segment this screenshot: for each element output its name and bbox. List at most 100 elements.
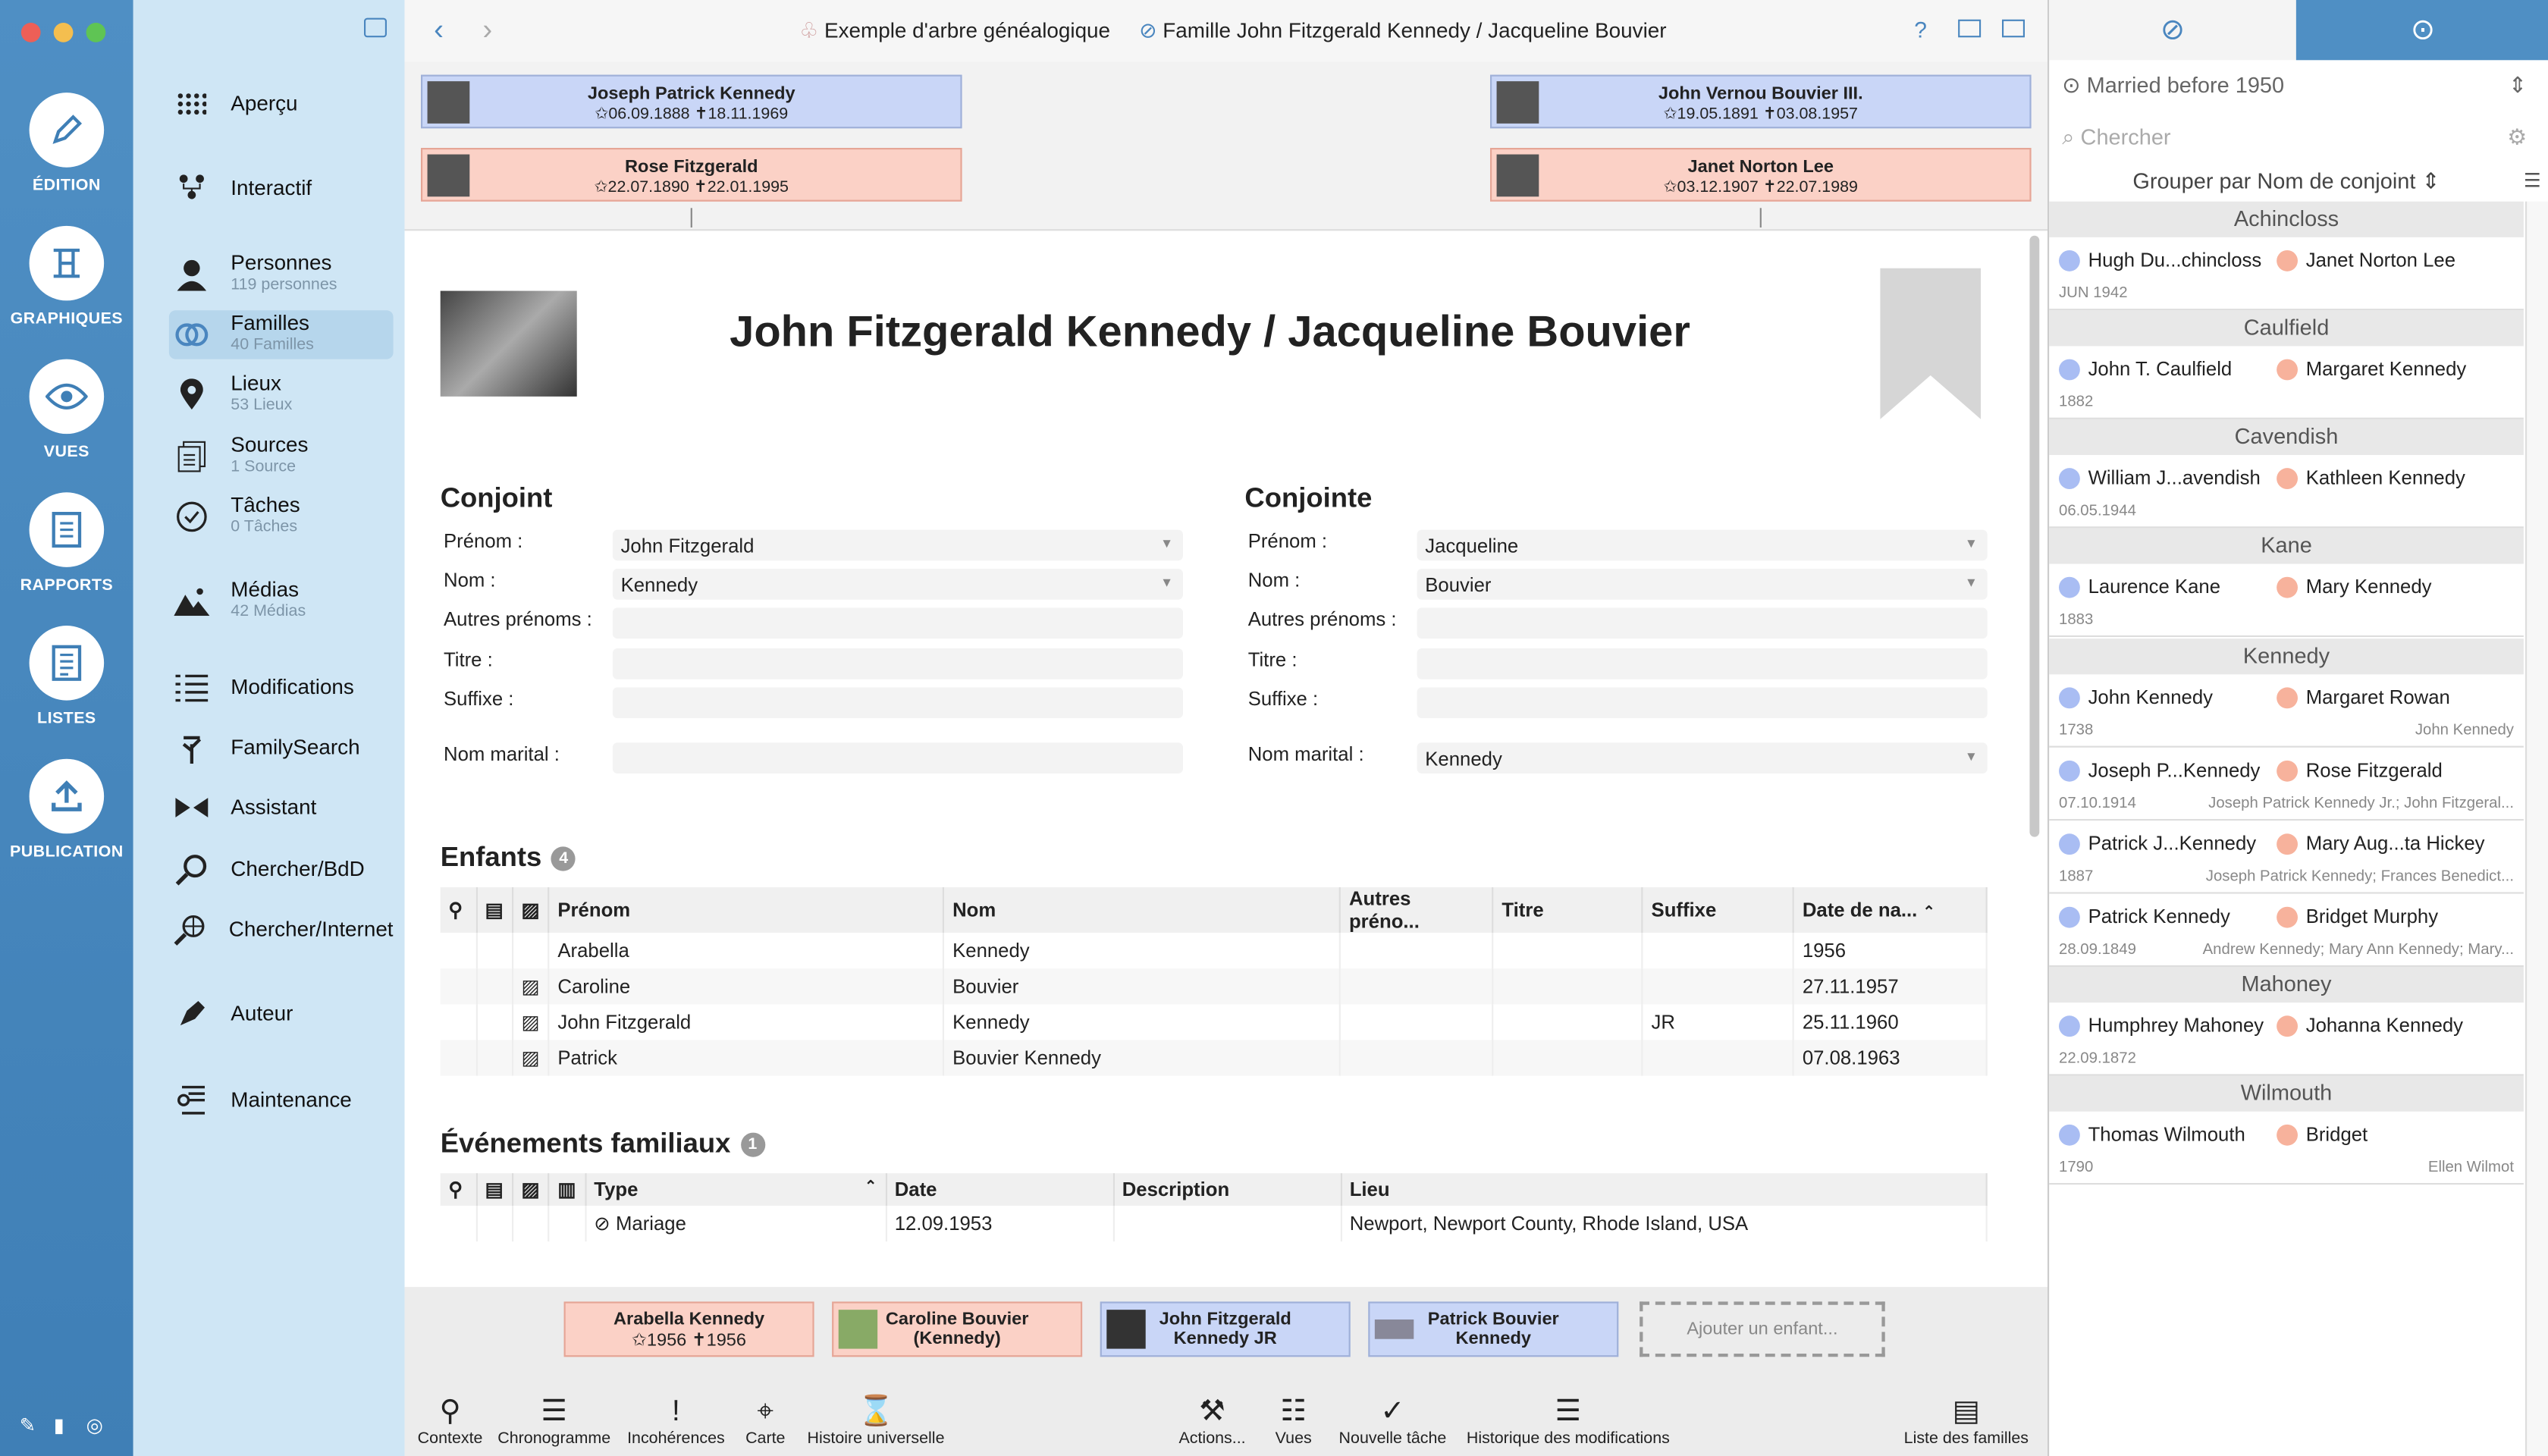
column-header[interactable]: Date bbox=[885, 1173, 1114, 1206]
tab-filter[interactable]: ⊙ bbox=[2295, 0, 2548, 61]
tag-icon[interactable]: ✎ bbox=[20, 1414, 36, 1436]
wife-suffix-field[interactable] bbox=[1417, 687, 1988, 719]
rail-lists-button[interactable]: LISTES bbox=[0, 626, 133, 728]
dropdown-arrow-icon[interactable]: ▼ bbox=[1965, 576, 1978, 590]
child-box-patrick[interactable]: Patrick Bouvier Kennedy bbox=[1368, 1301, 1619, 1357]
column-header[interactable]: Prénom bbox=[548, 887, 945, 933]
dropdown-arrow-icon[interactable]: ▼ bbox=[1160, 536, 1173, 551]
filter-select[interactable]: ⊙ Married before 1950 ⇕ bbox=[2062, 73, 2533, 105]
right-panel-toggle-icon[interactable] bbox=[2002, 19, 2025, 38]
sidebar-item-search-db[interactable]: Chercher/BdD bbox=[169, 845, 394, 893]
family-photo[interactable] bbox=[440, 290, 577, 397]
table-row[interactable]: ▨ Caroline Bouvier 27.11.1957 bbox=[440, 968, 1988, 1005]
sidebar-item-media[interactable]: Médias 42 Médias bbox=[169, 577, 394, 626]
husband-other-names-field[interactable] bbox=[612, 607, 1183, 639]
attachment-column-icon[interactable]: ⚲ bbox=[440, 887, 477, 933]
sidebar-item-maintenance[interactable]: Maintenance bbox=[169, 1076, 394, 1125]
wife-other-names-field[interactable] bbox=[1417, 607, 1988, 639]
sidebar-item-tasks[interactable]: Tâches 0 Tâches bbox=[169, 492, 394, 541]
rail-charts-button[interactable]: GRAPHIQUES bbox=[0, 225, 133, 328]
sidebar-item-persons[interactable]: Personnes 119 personnes bbox=[169, 250, 394, 299]
wife-father-box[interactable]: John Vernou Bouvier III. ✩19.05.1891 ✝03.… bbox=[1489, 74, 2032, 129]
bookmark-ribbon-icon[interactable] bbox=[1880, 268, 1982, 419]
family-row[interactable]: Humphrey Mahoney Johanna Kennedy 22.09.187… bbox=[2049, 1003, 2524, 1076]
add-child-button[interactable]: Ajouter un enfant... bbox=[1640, 1301, 1885, 1357]
toolbar-context-button[interactable]: ⚲ Contexte bbox=[414, 1391, 485, 1448]
column-header[interactable]: Description bbox=[1112, 1173, 1341, 1206]
husband-last-name-field[interactable]: Kennedy ▼ bbox=[612, 569, 1183, 600]
family-row[interactable]: Patrick J...Kennedy Mary Aug...ta Hickey 1… bbox=[2049, 821, 2524, 894]
rail-reports-button[interactable]: RAPPORTS bbox=[0, 492, 133, 595]
bookmark-icon[interactable]: ▮ bbox=[54, 1414, 64, 1436]
husband-father-box[interactable]: Joseph Patrick Kennedy ✩06.09.1888 ✝18.11… bbox=[421, 74, 962, 129]
husband-suffix-field[interactable] bbox=[612, 687, 1183, 719]
toolbar-new-task-button[interactable]: ✓ Nouvelle tâche bbox=[1335, 1391, 1449, 1448]
child-box-john-jr[interactable]: John Fitzgerald Kennedy JR bbox=[1100, 1301, 1351, 1357]
sidebar-item-author[interactable]: Auteur bbox=[169, 990, 394, 1038]
column-header[interactable]: Suffixe bbox=[1642, 887, 1795, 933]
rail-publish-button[interactable]: PUBLICATION bbox=[0, 758, 133, 861]
table-row[interactable]: ▨ Patrick Bouvier Kennedy 07.08.1963 bbox=[440, 1040, 1988, 1076]
toolbar-inconsistencies-button[interactable]: ! Incohérences bbox=[623, 1391, 730, 1448]
source-column-icon[interactable]: ▥ bbox=[548, 1173, 586, 1206]
sidebar-item-changes[interactable]: Modifications bbox=[169, 663, 394, 711]
column-header-date[interactable]: Date de na... ⌃ bbox=[1793, 887, 1988, 933]
back-arrow-icon[interactable]: ‹ bbox=[434, 13, 444, 47]
family-row[interactable]: Joseph P...Kennedy Rose Fitzgerald 07.10.1… bbox=[2049, 748, 2524, 821]
column-header[interactable]: Titre bbox=[1492, 887, 1643, 933]
family-row[interactable]: Hugh Du...chincloss Janet Norton Lee JUN 1… bbox=[2049, 237, 2524, 311]
sidebar-item-families[interactable]: Familles 40 Familles bbox=[168, 310, 394, 359]
tree-name-tab[interactable]: ♧ Exemple d'arbre généalogique bbox=[799, 18, 1110, 44]
group-by-select[interactable]: Grouper par Nom de conjoint ⇕ bbox=[2049, 169, 2524, 195]
family-row[interactable]: Laurence Kane Mary Kennedy 1883 bbox=[2049, 564, 2524, 637]
child-box-caroline[interactable]: Caroline Bouvier (Kennedy) bbox=[832, 1301, 1083, 1357]
image-column-icon[interactable]: ▨ bbox=[512, 1173, 550, 1206]
toolbar-change-history-button[interactable]: ☰ Historique des modifications bbox=[1459, 1391, 1677, 1448]
toolbar-world-history-button[interactable]: ⌛ Histoire universelle bbox=[803, 1391, 949, 1448]
sidebar-item-overview[interactable]: Aperçu bbox=[169, 80, 394, 128]
family-row[interactable]: Thomas Wilmouth Bridget 1790 Ellen Wilmot bbox=[2049, 1112, 2524, 1185]
sidebar-item-familysearch[interactable]: FamilySearch bbox=[169, 723, 394, 772]
column-header[interactable]: Nom bbox=[943, 887, 1341, 933]
dropdown-arrow-icon[interactable]: ▼ bbox=[1160, 576, 1173, 590]
table-row[interactable]: ⊘ Mariage 12.09.1953 Newport, Newport Coun… bbox=[440, 1206, 1988, 1242]
sidebar-toggle-icon[interactable] bbox=[364, 17, 387, 38]
scrollbar-thumb[interactable] bbox=[2029, 235, 2040, 837]
column-header-type[interactable]: Type ⌃ bbox=[585, 1173, 886, 1206]
minimize-window-button[interactable] bbox=[53, 23, 74, 42]
sync-icon[interactable]: ◎ bbox=[86, 1414, 103, 1436]
close-window-button[interactable] bbox=[20, 23, 41, 42]
family-row[interactable]: John T. Caulfield Margaret Kennedy 1882 bbox=[2049, 346, 2524, 419]
family-row[interactable]: William J...avendish Kathleen Kennedy 06.0… bbox=[2049, 455, 2524, 529]
table-row[interactable]: ▨ John Fitzgerald Kennedy JR 25.11.1960 bbox=[440, 1004, 1988, 1040]
toolbar-map-button[interactable]: ⌖ Carte bbox=[739, 1391, 792, 1448]
tab-relations[interactable]: ⊘ bbox=[2049, 0, 2296, 61]
wife-title-field[interactable] bbox=[1417, 648, 1988, 679]
help-icon[interactable]: ? bbox=[1914, 16, 1927, 42]
sidebar-item-interactive[interactable]: Interactif bbox=[169, 164, 394, 212]
toolbar-actions-button[interactable]: ⚒ Actions... bbox=[1176, 1391, 1247, 1448]
husband-first-name-field[interactable]: John Fitzgerald ▼ bbox=[612, 529, 1183, 561]
husband-mother-box[interactable]: Rose Fitzgerald ✩22.07.1890 ✝22.01.1995 bbox=[421, 148, 962, 202]
sidebar-item-search-internet[interactable]: Chercher/Internet bbox=[169, 905, 394, 954]
note-column-icon[interactable]: ▤ bbox=[475, 1173, 513, 1206]
toolbar-family-list-button[interactable]: ▤ Liste des familles bbox=[1903, 1391, 2029, 1448]
table-row[interactable]: Arabella Kennedy 1956 bbox=[440, 933, 1988, 969]
child-box-arabella[interactable]: Arabella Kennedy ✩1956 ✝1956 bbox=[563, 1301, 814, 1357]
sidebar-item-places[interactable]: Lieux 53 Lieux bbox=[169, 371, 394, 419]
family-title-tab[interactable]: ⊘ Famille John Fitzgerald Kennedy / Jacq… bbox=[1139, 18, 1666, 44]
rail-views-button[interactable]: VUES bbox=[0, 359, 133, 462]
column-header[interactable]: Lieu bbox=[1340, 1173, 1988, 1206]
husband-title-field[interactable] bbox=[612, 648, 1183, 679]
scrollbar-track[interactable] bbox=[2525, 201, 2548, 1456]
toolbar-timeline-button[interactable]: ☰ Chronogramme bbox=[496, 1391, 613, 1448]
husband-married-name-field[interactable] bbox=[612, 742, 1183, 774]
search-input[interactable]: ⌕ Chercher ⚙ bbox=[2062, 125, 2533, 158]
column-header[interactable]: Autres préno... bbox=[1340, 887, 1494, 933]
attachment-column-icon[interactable]: ⚲ bbox=[440, 1173, 477, 1206]
rail-edit-button[interactable]: ÉDITION bbox=[0, 93, 133, 195]
sidebar-item-sources[interactable]: Sources 1 Source bbox=[169, 432, 394, 481]
image-column-icon[interactable]: ▨ bbox=[512, 887, 550, 933]
family-row[interactable]: Patrick Kennedy Bridget Murphy 28.09.1849 A… bbox=[2049, 894, 2524, 967]
wife-first-name-field[interactable]: Jacqueline ▼ bbox=[1417, 529, 1988, 561]
